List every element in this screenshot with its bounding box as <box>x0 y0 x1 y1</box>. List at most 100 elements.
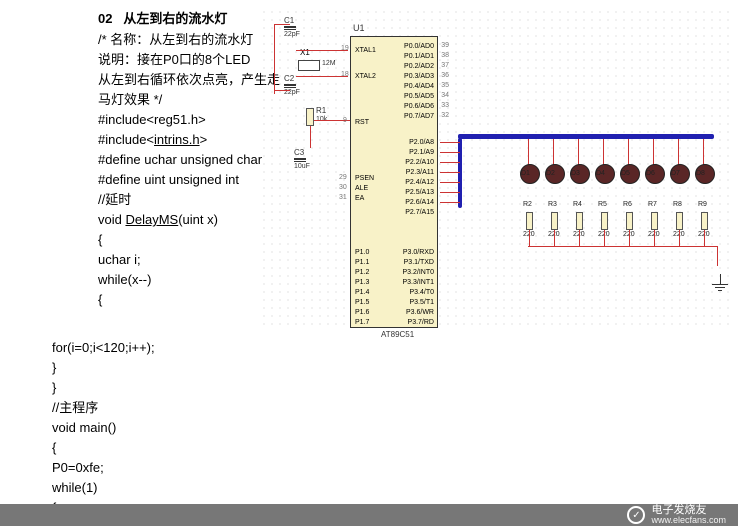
code-line: { <box>98 290 278 310</box>
pin-label: PSEN <box>355 175 374 182</box>
heading-text: 从左到右的流水灯 <box>123 11 227 26</box>
pin-label: P2.7/A15 <box>405 209 434 216</box>
pin-label: P0.2/AD2 <box>404 63 434 70</box>
pin-num: 18 <box>341 71 349 78</box>
pin-label: P1.6 <box>355 309 369 316</box>
code-line: //主程序 <box>52 398 155 418</box>
code-line: P0=0xfe; <box>52 458 155 478</box>
wire <box>440 152 460 153</box>
pin-label: P1.0 <box>355 249 369 256</box>
pin-label: P2.2/A10 <box>405 159 434 166</box>
pin-label: P3.5/T1 <box>409 299 434 306</box>
crystal <box>298 60 320 71</box>
led-bank: D1 D2 D3 D4 D5 D6 D7 D8 R2 R3 R4 R5 R6 R… <box>520 164 720 284</box>
resistor <box>576 212 583 230</box>
pin-label: P3.3/INT1 <box>402 279 434 286</box>
brand-icon: ✓ <box>627 506 645 524</box>
pin-label: ALE <box>355 185 368 192</box>
r-label: R6 <box>623 201 632 208</box>
wire <box>678 139 679 165</box>
wire <box>274 24 275 94</box>
pin-label: P0.1/AD1 <box>404 53 434 60</box>
code-line: //延时 <box>98 190 278 210</box>
pin-label: P1.3 <box>355 279 369 286</box>
c3-val: 10uF <box>294 163 310 170</box>
r-label: R4 <box>573 201 582 208</box>
wire <box>628 139 629 165</box>
resistor <box>526 212 533 230</box>
pin-label: P1.1 <box>355 259 369 266</box>
footer-url: www.elecfans.com <box>651 515 726 525</box>
wire <box>274 24 290 25</box>
pin-label: P2.3/A11 <box>406 169 434 176</box>
wire <box>553 139 554 165</box>
c1-val: 22pF <box>284 31 300 38</box>
capacitor-c2: C2 22pF <box>284 74 300 96</box>
resistor <box>626 212 633 230</box>
code-line: #define uchar unsigned char <box>98 150 278 170</box>
pin-num: 34 <box>441 92 449 99</box>
code-line: } <box>52 378 155 398</box>
pin-num: 19 <box>341 45 349 52</box>
pin-num: 9 <box>343 117 347 124</box>
pin-num: 38 <box>441 52 449 59</box>
pin-label: P3.2/INT0 <box>402 269 434 276</box>
r-label: R8 <box>673 201 682 208</box>
r-label: R7 <box>648 201 657 208</box>
c3-ref: C3 <box>294 148 310 157</box>
pin-label: P2.6/A14 <box>405 199 434 206</box>
d-label: D1 <box>521 170 530 177</box>
wire <box>653 139 654 165</box>
wire <box>603 139 604 165</box>
pin-num: 31 <box>339 194 347 201</box>
resistor <box>551 212 558 230</box>
pin-label: P1.2 <box>355 269 369 276</box>
pin-label: P3.0/RXD <box>403 249 434 256</box>
d-label: D4 <box>596 170 605 177</box>
code-line: 从左到右循环依次点亮，产生走 <box>98 70 278 90</box>
capacitor-c1: C1 22pF <box>284 16 300 38</box>
wire <box>704 230 705 246</box>
pin-label: P1.5 <box>355 299 369 306</box>
pin-label: P2.0/A8 <box>409 139 434 146</box>
crystal-val: 12M <box>322 60 336 67</box>
d-label: D6 <box>646 170 655 177</box>
code-line: void DelayMS(uint x) <box>98 210 278 230</box>
heading-number: 02 <box>98 11 112 26</box>
pin-num: 36 <box>441 72 449 79</box>
code-line: { <box>98 230 278 250</box>
resistor <box>701 212 708 230</box>
wire <box>703 139 704 165</box>
code-line: #define uint unsigned int <box>98 170 278 190</box>
wire <box>274 90 290 91</box>
wire <box>440 202 460 203</box>
wire <box>528 139 529 165</box>
bus-vertical <box>458 138 462 208</box>
code-line: uchar i; <box>98 250 278 270</box>
footer-watermark: ✓ 电子发烧友 www.elecfans.com <box>0 504 738 526</box>
pin-label: P1.7 <box>355 319 369 326</box>
ground-symbol <box>712 274 728 291</box>
r-label: R3 <box>548 201 557 208</box>
resistor <box>676 212 683 230</box>
r-label: R5 <box>598 201 607 208</box>
pin-label: P0.0/AD0 <box>404 43 434 50</box>
wire <box>440 162 460 163</box>
wire <box>528 246 718 247</box>
pin-label: P2.4/A12 <box>405 179 434 186</box>
pin-num: 37 <box>441 62 449 69</box>
pin-label: P0.3/AD3 <box>404 73 434 80</box>
wire <box>604 230 605 246</box>
pin-label: RST <box>355 119 369 126</box>
pin-label: P3.4/T0 <box>409 289 434 296</box>
mcu-chip: U1 AT89C51 XTAL1 19 XTAL2 18 RST 9 PSEN … <box>350 36 438 328</box>
bus-horizontal <box>458 134 714 139</box>
pin-label: P1.4 <box>355 289 369 296</box>
pin-label: P3.6/WR <box>406 309 434 316</box>
code-block-upper: /* 名称：从左到右的流水灯 说明：接在P0口的8个LED 从左到右循环依次点亮… <box>98 30 278 310</box>
wire <box>654 230 655 246</box>
code-line: while(x--) <box>98 270 278 290</box>
r-label: R2 <box>523 201 532 208</box>
d-label: D7 <box>671 170 680 177</box>
wire <box>578 139 579 165</box>
